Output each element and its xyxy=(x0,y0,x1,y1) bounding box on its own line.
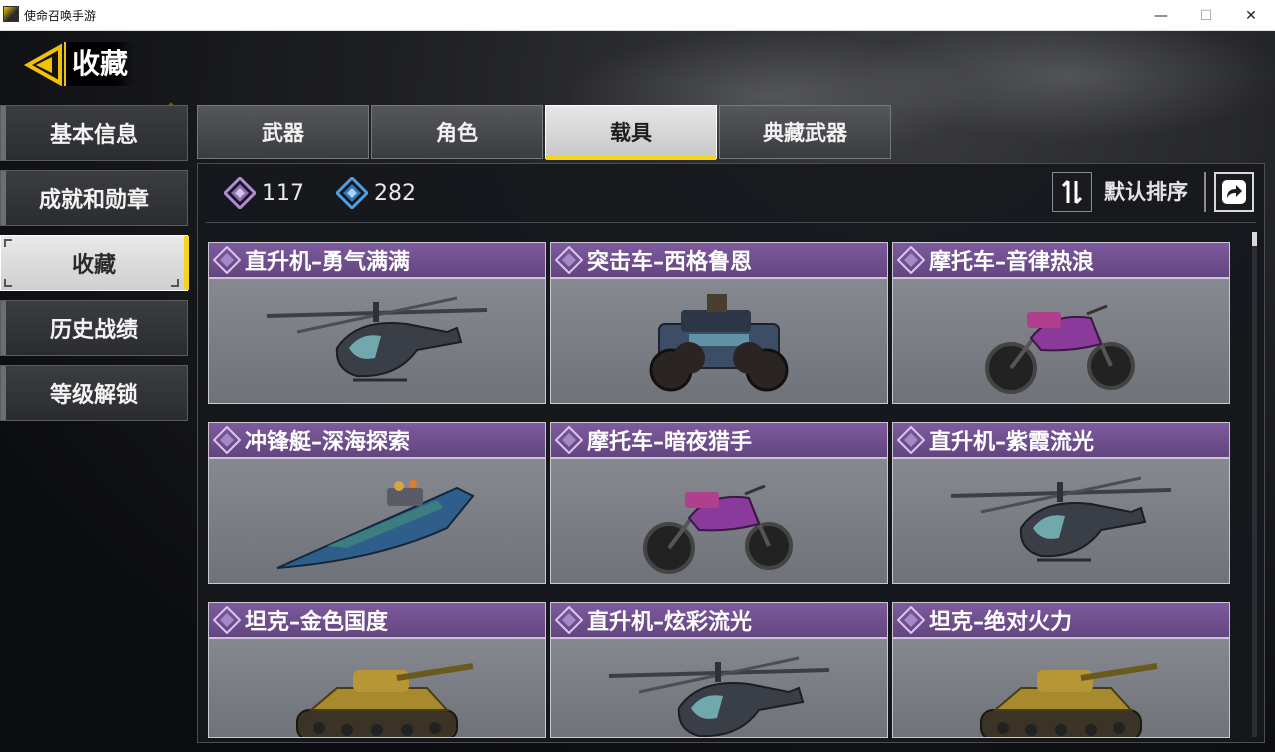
helicopter-icon xyxy=(893,461,1229,583)
close-button[interactable]: ✕ xyxy=(1228,0,1274,31)
sidebar-item-label: 等级解锁 xyxy=(49,383,138,408)
sidebar-item-label: 基本信息 xyxy=(49,123,138,148)
corner-mark xyxy=(4,239,12,247)
maximize-button[interactable]: ☐ xyxy=(1183,0,1229,31)
vehicle-name: 摩托车–音律热浪 xyxy=(929,250,1095,275)
vehicle-card-header: 坦克–绝对火力 xyxy=(893,603,1229,639)
sort-label[interactable]: 默认排序 xyxy=(1104,176,1188,206)
rarity-diamond-icon xyxy=(213,606,241,634)
sidebar-item[interactable]: 历史战绩 xyxy=(0,300,188,356)
vehicle-name: 突击车–西格鲁恩 xyxy=(587,250,753,275)
vehicle-card-header: 直升机–紫霞流光 xyxy=(893,423,1229,459)
game-viewport: 收藏 基本信息 成就和勋章 收藏 历史战绩 等级解锁 武器 角色 载具 典藏武器 117 28… xyxy=(0,31,1275,752)
vehicle-name: 摩托车–暗夜猎手 xyxy=(587,430,753,455)
scrollbar[interactable] xyxy=(1252,232,1257,737)
purple-count: 117 xyxy=(262,180,304,206)
vehicle-card[interactable]: 坦克–金色国度 xyxy=(208,602,546,738)
rarity-diamond-icon xyxy=(897,246,925,274)
scrollbar-thumb[interactable] xyxy=(1252,232,1257,246)
vehicle-card[interactable]: 摩托车–音律热浪 xyxy=(892,242,1230,404)
assault-car-icon xyxy=(551,281,887,403)
sidebar-item-label: 收藏 xyxy=(71,253,116,278)
vehicle-card[interactable]: 摩托车–暗夜猎手 xyxy=(550,422,888,584)
rarity-diamond-icon xyxy=(555,606,583,634)
window-titlebar: 使命召唤手游 — ☐ ✕ xyxy=(0,0,1275,31)
background-light xyxy=(860,31,1275,141)
collection-panel: 117 282 默认排序 直升机–勇气满满 突击车–西格鲁恩 摩托车–音律热浪 … xyxy=(197,163,1265,743)
divider xyxy=(1204,172,1206,212)
vehicle-card[interactable]: 突击车–西格鲁恩 xyxy=(550,242,888,404)
sidebar-item-label: 成就和勋章 xyxy=(38,188,149,213)
vehicle-name: 冲锋艇–深海探索 xyxy=(245,430,411,455)
rarity-diamond-icon xyxy=(213,246,241,274)
helicopter-icon xyxy=(551,641,887,737)
panel-divider xyxy=(206,222,1256,223)
page-title: 收藏 xyxy=(64,42,135,86)
sort-toggle-button[interactable] xyxy=(1052,172,1092,212)
vehicle-card[interactable]: 直升机–炫彩流光 xyxy=(550,602,888,738)
share-button[interactable] xyxy=(1214,172,1254,212)
tab[interactable]: 武器 xyxy=(197,105,369,159)
vehicle-card-header: 摩托车–暗夜猎手 xyxy=(551,423,887,459)
vehicle-card-header: 直升机–炫彩流光 xyxy=(551,603,887,639)
back-button[interactable] xyxy=(22,43,66,87)
vehicle-name: 坦克–绝对火力 xyxy=(929,610,1073,635)
rarity-diamond-icon xyxy=(897,606,925,634)
rarity-diamond-icon xyxy=(555,426,583,454)
rarity-diamond-icon xyxy=(213,426,241,454)
vehicle-card[interactable]: 直升机–紫霞流光 xyxy=(892,422,1230,584)
back-arrow-icon xyxy=(23,43,62,87)
tab[interactable]: 角色 xyxy=(371,105,543,159)
vehicle-card-header: 突击车–西格鲁恩 xyxy=(551,243,887,279)
app-icon xyxy=(3,6,19,22)
sidebar-item[interactable]: 等级解锁 xyxy=(0,365,188,421)
tab-label: 武器 xyxy=(262,121,304,145)
vehicle-name: 坦克–金色国度 xyxy=(245,610,389,635)
sidebar-item[interactable]: 基本信息 xyxy=(0,105,188,161)
sidebar-item[interactable]: 收藏 xyxy=(0,235,189,291)
rarity-diamond-icon xyxy=(897,426,925,454)
vehicle-card[interactable]: 坦克–绝对火力 xyxy=(892,602,1230,738)
motorcycle-icon xyxy=(893,281,1229,403)
tab-label: 载具 xyxy=(610,121,652,145)
motorcycle-icon xyxy=(551,461,887,583)
tank-icon xyxy=(893,641,1229,737)
rarity-diamond-icon xyxy=(555,246,583,274)
window-title: 使命召唤手游 xyxy=(24,9,97,23)
boat-icon xyxy=(209,461,545,583)
blue-rarity-icon xyxy=(336,177,368,209)
vehicle-name: 直升机–炫彩流光 xyxy=(587,610,753,635)
vehicle-card-header: 摩托车–音律热浪 xyxy=(893,243,1229,279)
vehicle-card-header: 直升机–勇气满满 xyxy=(209,243,545,279)
vehicle-card[interactable]: 冲锋艇–深海探索 xyxy=(208,422,546,584)
sidebar-item[interactable]: 成就和勋章 xyxy=(0,170,188,226)
sidebar-item-label: 历史战绩 xyxy=(49,318,138,343)
vehicle-name: 直升机–紫霞流光 xyxy=(929,430,1095,455)
blue-count: 282 xyxy=(374,180,416,206)
tab[interactable]: 典藏武器 xyxy=(719,105,891,159)
blue-count-stat: 282 xyxy=(336,177,416,209)
corner-mark xyxy=(171,279,179,287)
purple-count-stat: 117 xyxy=(224,177,304,209)
vehicle-name: 直升机–勇气满满 xyxy=(245,250,411,275)
vehicle-card-header: 坦克–金色国度 xyxy=(209,603,545,639)
tab-label: 角色 xyxy=(436,121,478,145)
share-icon xyxy=(1222,180,1246,204)
minimize-button[interactable]: — xyxy=(1138,0,1184,31)
corner-mark xyxy=(4,279,12,287)
sort-arrows-icon xyxy=(1061,179,1083,205)
tab-label: 典藏武器 xyxy=(763,121,847,145)
vehicle-card-header: 冲锋艇–深海探索 xyxy=(209,423,545,459)
vehicle-card[interactable]: 直升机–勇气满满 xyxy=(208,242,546,404)
helicopter-icon xyxy=(209,281,545,403)
tab[interactable]: 载具 xyxy=(545,105,717,160)
tank-icon xyxy=(209,641,545,737)
purple-rarity-icon xyxy=(224,177,256,209)
